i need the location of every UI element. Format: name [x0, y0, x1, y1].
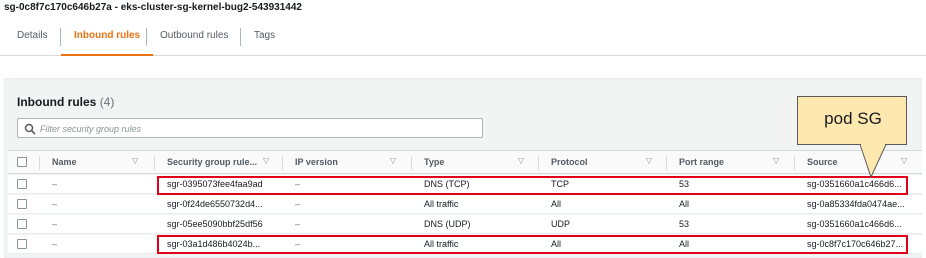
column-divider — [282, 156, 283, 170]
cell-ip-version: – — [295, 219, 301, 229]
row-checkbox[interactable] — [17, 199, 27, 209]
cell-protocol: All — [551, 199, 562, 209]
inbound-rules-count: (4) — [99, 95, 115, 109]
tab-divider — [240, 28, 241, 46]
tab-inbound-rules[interactable]: Inbound rules — [61, 30, 154, 56]
cell-protocol: UDP — [551, 219, 571, 229]
row-checkbox[interactable] — [17, 219, 27, 229]
column-divider — [666, 156, 667, 170]
table-header: Name ▽ Security group rule... ▽ IP versi… — [8, 150, 922, 174]
cell-name: – — [52, 219, 58, 229]
search-icon — [24, 122, 36, 135]
cell-name: – — [52, 239, 58, 249]
filter-box[interactable] — [17, 118, 483, 138]
column-divider — [39, 156, 40, 170]
row-checkbox[interactable] — [17, 239, 27, 249]
callout-label: pod SG — [824, 109, 882, 128]
page-title: sg-0c8f7c170c646b27a - eks-cluster-sg-ke… — [4, 2, 302, 13]
sort-icon[interactable]: ▽ — [518, 156, 524, 165]
cell-name: – — [52, 179, 58, 189]
table-row[interactable]: – sgr-05ee5090bbf25df56 – DNS (UDP) UDP … — [8, 215, 922, 234]
sort-icon[interactable]: ▽ — [773, 156, 779, 165]
column-header-port-range[interactable]: Port range — [679, 157, 724, 167]
column-header-protocol[interactable]: Protocol — [551, 157, 588, 167]
tab-details[interactable]: Details — [17, 30, 48, 56]
tab-tags[interactable]: Tags — [254, 30, 275, 56]
tab-divider — [146, 28, 147, 46]
cell-source[interactable]: sg-0a85334fda0474ae... — [807, 199, 905, 209]
column-divider — [794, 156, 795, 170]
cell-ip-version: – — [295, 199, 301, 209]
sort-icon[interactable]: ▽ — [132, 156, 138, 165]
select-all-checkbox[interactable] — [17, 157, 27, 167]
filter-input[interactable] — [40, 121, 470, 136]
row-checkbox[interactable] — [17, 179, 27, 189]
cell-type: DNS (UDP) — [424, 219, 471, 229]
cell-name: – — [52, 199, 58, 209]
column-header-type[interactable]: Type — [424, 157, 444, 167]
sort-icon[interactable]: ▽ — [646, 156, 652, 165]
tab-outbound-rules[interactable]: Outbound rules — [160, 30, 228, 56]
column-header-ip-version[interactable]: IP version — [295, 157, 338, 167]
column-divider — [538, 156, 539, 170]
tab-bar: Details Inbound rules Outbound rules Tag… — [0, 22, 926, 56]
cell-type: All traffic — [424, 199, 459, 209]
column-divider — [411, 156, 412, 170]
column-header-rule-id[interactable]: Security group rule... — [167, 157, 257, 167]
column-header-name[interactable]: Name — [52, 157, 77, 167]
sort-icon[interactable]: ▽ — [263, 156, 269, 165]
callout-box: pod SG — [797, 96, 907, 145]
column-header-source[interactable]: Source — [807, 157, 838, 167]
column-divider — [154, 156, 155, 170]
cell-port-range: 53 — [679, 219, 690, 229]
inbound-rules-title: Inbound rules — [17, 95, 97, 109]
cell-source[interactable]: sg-0351660a1c466d6... — [807, 219, 902, 229]
inbound-rules-heading: Inbound rules (4) — [17, 95, 114, 109]
sort-icon[interactable]: ▽ — [901, 156, 907, 165]
highlight-box — [157, 235, 908, 254]
callout-pointer — [860, 144, 887, 179]
cell-rule-id[interactable]: sgr-05ee5090bbf25df56 — [167, 219, 263, 229]
sort-icon[interactable]: ▽ — [390, 156, 396, 165]
table-row[interactable]: – sgr-0f24de6550732d4... – All traffic A… — [8, 195, 922, 214]
cell-port-range: All — [679, 199, 690, 209]
highlight-box — [157, 176, 908, 195]
cell-rule-id[interactable]: sgr-0f24de6550732d4... — [167, 199, 263, 209]
